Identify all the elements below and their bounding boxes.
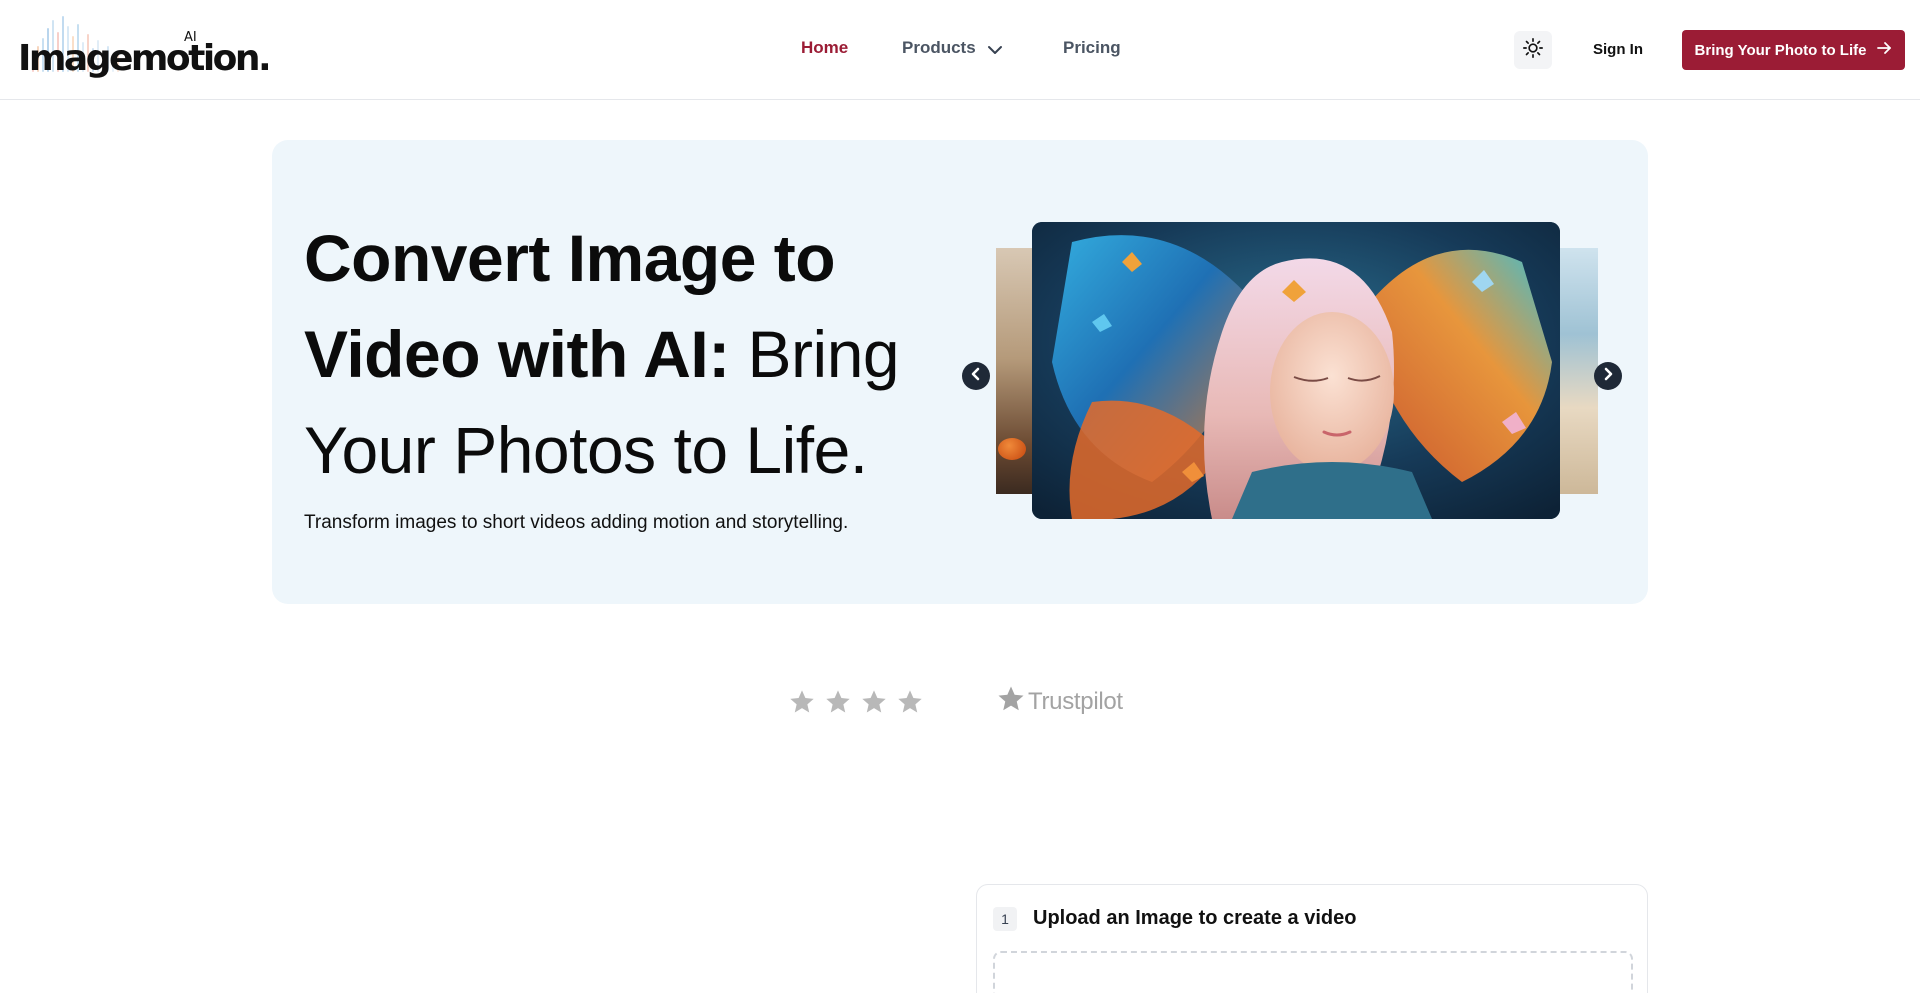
- star-icon: [860, 688, 888, 716]
- trustpilot-logo: Trustpilot: [996, 684, 1123, 719]
- hero-title: Convert Image to Video with AI: Bring Yo…: [304, 210, 944, 498]
- carousel-next-button[interactable]: [1594, 362, 1622, 390]
- carousel-slide-current[interactable]: [1032, 222, 1560, 519]
- sun-icon: [1522, 37, 1544, 64]
- hero-subtitle: Transform images to short videos adding …: [304, 512, 849, 533]
- cta-label: Bring Your Photo to Life: [1694, 41, 1867, 59]
- chevron-down-icon[interactable]: [986, 43, 1004, 57]
- chevron-right-icon: [1601, 367, 1615, 386]
- trustpilot-rating[interactable]: Trustpilot: [788, 686, 1128, 728]
- carousel-prev-button[interactable]: [962, 362, 990, 390]
- nav-products-link[interactable]: Products: [902, 38, 976, 58]
- carousel-slide-next[interactable]: [1558, 248, 1598, 494]
- upload-panel-title: Upload an Image to create a video: [1033, 907, 1357, 929]
- upload-panel: 1 Upload an Image to create a video: [976, 884, 1648, 993]
- nav-home-link[interactable]: Home: [801, 38, 848, 58]
- image-dropzone[interactable]: [993, 951, 1633, 993]
- nav-pricing-link[interactable]: Pricing: [1063, 38, 1121, 58]
- site-header: Imagemotion. AI Home Products Pricing Si…: [0, 0, 1920, 100]
- chevron-left-icon: [969, 367, 983, 386]
- star-icon: [788, 688, 816, 716]
- star-icon: [896, 688, 924, 716]
- trustpilot-star-icon: [996, 684, 1026, 719]
- step-number-badge: 1: [993, 907, 1017, 931]
- arrow-right-icon: [1876, 40, 1892, 60]
- theme-toggle-button[interactable]: [1514, 31, 1552, 69]
- hero-section: Convert Image to Video with AI: Bring Yo…: [272, 140, 1648, 604]
- butterfly-fairy-image: [1032, 222, 1560, 519]
- image-carousel: [962, 222, 1622, 522]
- star-icon: [824, 688, 852, 716]
- sign-in-button[interactable]: Sign In: [1593, 41, 1643, 58]
- bring-photo-to-life-button[interactable]: Bring Your Photo to Life: [1682, 30, 1905, 70]
- trustpilot-wordmark: Trustpilot: [1028, 687, 1123, 715]
- carousel-slide-previous[interactable]: [996, 248, 1036, 494]
- orange-fruit-shape: [998, 438, 1026, 460]
